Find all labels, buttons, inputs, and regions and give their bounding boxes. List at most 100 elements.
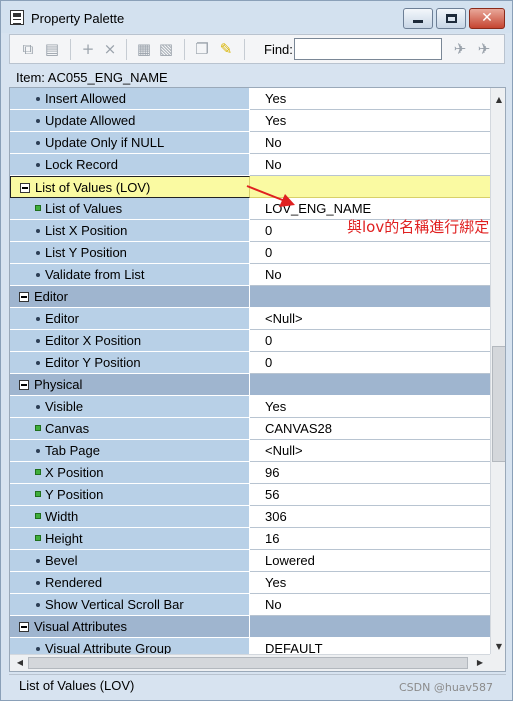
category-row[interactable]: Physical [10, 374, 490, 396]
property-row[interactable]: Width 306 [10, 506, 490, 528]
property-row[interactable]: Visible Yes [10, 396, 490, 418]
maximize-button[interactable] [436, 8, 466, 29]
property-value[interactable]: 0 [250, 352, 490, 374]
freeze-icon[interactable]: ❐ [192, 39, 212, 59]
find-label: Find: [264, 42, 293, 57]
property-row[interactable]: Bevel Lowered [10, 550, 490, 572]
property-row[interactable]: Update Allowed Yes [10, 110, 490, 132]
property-value[interactable]: 96 [250, 462, 490, 484]
property-value[interactable]: Yes [250, 396, 490, 418]
collapse-icon[interactable] [19, 380, 29, 390]
find-input[interactable] [294, 38, 442, 60]
property-value[interactable]: DEFAULT [250, 638, 490, 654]
category-header[interactable]: Visual Attributes [10, 616, 250, 638]
paste-properties-icon[interactable]: ▤ [42, 39, 62, 59]
scroll-left-icon[interactable]: ◀ [12, 655, 28, 671]
category-row[interactable]: Visual Attributes [10, 616, 490, 638]
category-header[interactable]: Physical [10, 374, 250, 396]
property-value[interactable]: Yes [250, 572, 490, 594]
property-name-cell[interactable]: Y Position [10, 484, 250, 506]
category-header[interactable]: Editor [10, 286, 250, 308]
property-name-cell[interactable]: Update Allowed [10, 110, 250, 132]
property-name-cell[interactable]: Editor X Position [10, 330, 250, 352]
property-value[interactable]: Yes [250, 110, 490, 132]
property-row[interactable]: List Y Position 0 [10, 242, 490, 264]
property-row[interactable]: Rendered Yes [10, 572, 490, 594]
property-value[interactable]: No [250, 154, 490, 176]
copy-properties-icon[interactable]: ⧉ [18, 39, 38, 59]
close-button[interactable]: ✕ [469, 8, 505, 29]
intersection-icon[interactable]: ▧ [156, 39, 176, 59]
property-row[interactable]: Validate from List No [10, 264, 490, 286]
property-row[interactable]: Canvas CANVAS28 [10, 418, 490, 440]
property-row[interactable]: Y Position 56 [10, 484, 490, 506]
collapse-icon[interactable] [20, 183, 30, 193]
horizontal-scroll-thumb[interactable] [28, 657, 468, 669]
default-property-icon [36, 229, 40, 233]
minimize-button[interactable] [403, 8, 433, 29]
union-icon[interactable]: ▦ [134, 39, 154, 59]
property-name: List X Position [45, 223, 128, 238]
property-name-cell[interactable]: Visual Attribute Group [10, 638, 250, 654]
property-value[interactable]: No [250, 264, 490, 286]
horizontal-scrollbar[interactable]: ◀ ▶ [10, 654, 490, 671]
delete-property-icon[interactable]: × [100, 39, 120, 59]
property-name-cell[interactable]: Insert Allowed [10, 88, 250, 110]
property-name-cell[interactable]: List of Values [10, 198, 250, 220]
collapse-icon[interactable] [19, 292, 29, 302]
scroll-down-icon[interactable]: ▼ [492, 639, 505, 655]
property-name-cell[interactable]: Canvas [10, 418, 250, 440]
property-name-cell[interactable]: Editor [10, 308, 250, 330]
property-row[interactable]: Editor <Null> [10, 308, 490, 330]
property-value[interactable]: 0 [250, 242, 490, 264]
property-name-cell[interactable]: List Y Position [10, 242, 250, 264]
property-name-cell[interactable]: Editor Y Position [10, 352, 250, 374]
property-value[interactable]: Lowered [250, 550, 490, 572]
property-row[interactable]: Tab Page <Null> [10, 440, 490, 462]
property-name-cell[interactable]: Validate from List [10, 264, 250, 286]
property-value[interactable]: 0 [250, 330, 490, 352]
property-row[interactable]: Insert Allowed Yes [10, 88, 490, 110]
property-name-cell[interactable]: Visible [10, 396, 250, 418]
property-value[interactable]: Yes [250, 88, 490, 110]
property-row[interactable]: Update Only if NULL No [10, 132, 490, 154]
collapse-icon[interactable] [19, 622, 29, 632]
property-row[interactable]: Visual Attribute Group DEFAULT [10, 638, 490, 654]
property-value[interactable]: <Null> [250, 308, 490, 330]
property-name-cell[interactable]: Update Only if NULL [10, 132, 250, 154]
property-name-cell[interactable]: Bevel [10, 550, 250, 572]
property-value[interactable]: 56 [250, 484, 490, 506]
scroll-right-icon[interactable]: ▶ [472, 655, 488, 671]
category-row[interactable]: Editor [10, 286, 490, 308]
property-value[interactable]: 306 [250, 506, 490, 528]
property-value[interactable]: <Null> [250, 440, 490, 462]
property-row[interactable]: X Position 96 [10, 462, 490, 484]
pin-icon[interactable]: ✎ [216, 39, 236, 59]
property-row[interactable]: Lock Record No [10, 154, 490, 176]
property-row[interactable]: Editor Y Position 0 [10, 352, 490, 374]
property-name-cell[interactable]: Width [10, 506, 250, 528]
property-name-cell[interactable]: Height [10, 528, 250, 550]
property-name-cell[interactable]: Show Vertical Scroll Bar [10, 594, 250, 616]
scroll-up-icon[interactable]: ▲ [492, 92, 505, 108]
title-bar[interactable]: Property Palette ✕ [1, 1, 512, 33]
find-previous-icon[interactable]: ✈ [474, 39, 494, 59]
property-value[interactable]: No [250, 132, 490, 154]
category-header[interactable]: List of Values (LOV) [10, 176, 250, 198]
property-value[interactable]: No [250, 594, 490, 616]
property-row[interactable]: Editor X Position 0 [10, 330, 490, 352]
vertical-scroll-thumb[interactable] [492, 346, 505, 462]
property-name-cell[interactable]: X Position [10, 462, 250, 484]
property-name-cell[interactable]: Tab Page [10, 440, 250, 462]
add-property-icon[interactable]: + [78, 39, 98, 59]
property-row[interactable]: Height 16 [10, 528, 490, 550]
property-value[interactable]: 16 [250, 528, 490, 550]
property-name-cell[interactable]: List X Position [10, 220, 250, 242]
changed-property-icon [35, 469, 41, 475]
property-row[interactable]: Show Vertical Scroll Bar No [10, 594, 490, 616]
property-value[interactable]: CANVAS28 [250, 418, 490, 440]
vertical-scrollbar[interactable]: ▲ ▼ [490, 88, 505, 655]
property-name-cell[interactable]: Lock Record [10, 154, 250, 176]
find-next-icon[interactable]: ✈ [450, 39, 470, 59]
property-name-cell[interactable]: Rendered [10, 572, 250, 594]
